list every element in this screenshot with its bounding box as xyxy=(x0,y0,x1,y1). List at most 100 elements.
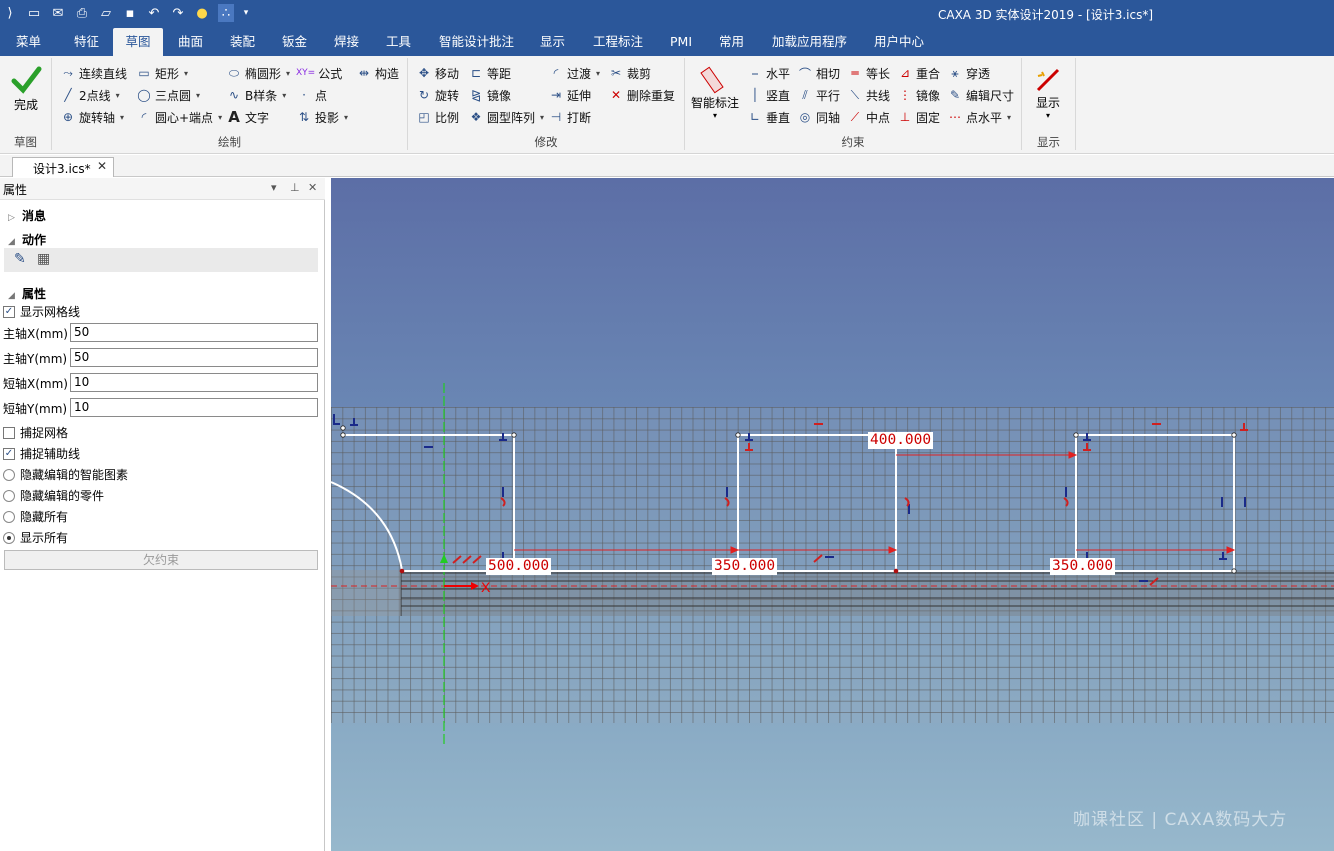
mirror-button[interactable]: ⧎ 镜像 xyxy=(468,85,511,105)
dimension-label[interactable]: 350.000 xyxy=(1050,558,1116,575)
panel-close-icon[interactable]: ✕ xyxy=(308,181,317,194)
collinear-button[interactable]: ⟍ 共线 xyxy=(847,85,890,105)
mail-icon[interactable]: ✉ xyxy=(50,4,66,22)
rotate-button[interactable]: ↻ 旋转 xyxy=(416,85,459,105)
edit-sketch-icon[interactable]: ✎ xyxy=(14,251,26,267)
trim-button[interactable]: ✂ 裁剪 xyxy=(608,63,651,83)
sketch-arc[interactable] xyxy=(331,481,403,571)
panel-menu-icon[interactable]: ▾ xyxy=(271,181,277,194)
rotation-axis-button[interactable]: ⊕ 旋转轴 ▾ xyxy=(60,107,124,127)
smart-dimension-button[interactable]: 智能标注 ▾ xyxy=(691,64,739,120)
construct-button[interactable]: ⇹ 构造 xyxy=(356,63,399,83)
tab-engineering-annotation[interactable]: 工程标注 xyxy=(587,28,649,56)
redo-icon[interactable]: ↷ xyxy=(170,4,186,22)
circular-pattern-button[interactable]: ❖ 圆型阵列 ▾ xyxy=(468,107,544,127)
radio-label: 显示所有 xyxy=(20,531,69,545)
two-point-line-button[interactable]: ╱ 2点线 ▾ xyxy=(60,85,119,105)
show-grid-checkbox[interactable]: ✓ 显示网格线 xyxy=(3,303,80,320)
close-tab-icon[interactable]: ✕ xyxy=(97,159,107,173)
radio-hide-all[interactable]: 隐藏所有 xyxy=(3,508,68,525)
tab-tools[interactable]: 工具 xyxy=(380,28,417,56)
radio-show-all[interactable]: 显示所有 xyxy=(3,529,68,546)
pin-icon[interactable]: ⊥ xyxy=(290,181,300,194)
pierce-button[interactable]: ⚹ 穿透 xyxy=(947,63,990,83)
bulb-icon[interactable]: ● xyxy=(194,4,210,22)
scale-button[interactable]: ◰ 比例 xyxy=(416,107,459,127)
major-y-input[interactable]: 50 xyxy=(70,348,318,367)
bspline-button[interactable]: ∿ B样条 ▾ xyxy=(226,85,286,105)
tab-sketch[interactable]: 草图 xyxy=(113,28,163,56)
tab-feature[interactable]: 特征 xyxy=(68,28,105,56)
open-folder-icon[interactable]: ▱ xyxy=(98,4,114,22)
remove-duplicate-button[interactable]: ✕ 删除重复 xyxy=(608,85,675,105)
tab-common[interactable]: 常用 xyxy=(713,28,750,56)
vertical-constraint-button[interactable]: │ 竖直 xyxy=(747,85,790,105)
section-message[interactable]: ▷ 消息 xyxy=(8,207,46,224)
finish-button[interactable]: 完成 xyxy=(10,64,42,113)
dimension-label[interactable]: 350.000 xyxy=(712,558,778,575)
minor-x-input[interactable]: 10 xyxy=(70,373,318,392)
tab-welding[interactable]: 焊接 xyxy=(328,28,365,56)
ellipse-button[interactable]: ⬭ 椭圆形 ▾ xyxy=(226,63,290,83)
coincident-button[interactable]: ⊿ 重合 xyxy=(897,63,940,83)
undo-icon[interactable]: ↶ xyxy=(146,4,162,22)
horizontal-constraint-button[interactable]: ⎯ 水平 xyxy=(747,63,790,83)
break-button[interactable]: ⊣ 打断 xyxy=(548,107,591,127)
tab-surface[interactable]: 曲面 xyxy=(172,28,209,56)
tab-menu[interactable]: 菜单 xyxy=(10,28,47,56)
midpoint-constraint-button[interactable]: ⟋ 中点 xyxy=(847,107,890,127)
app-logo-icon[interactable]: ⟩ xyxy=(2,4,18,22)
radio-hide-parts[interactable]: 隐藏编辑的零件 xyxy=(3,487,104,504)
display-button[interactable]: 显示 ▾ xyxy=(1032,64,1064,120)
fillet-button[interactable]: ◜ 过渡 ▾ xyxy=(548,63,600,83)
radio-hide-smart-elements[interactable]: 隐藏编辑的智能图素 xyxy=(3,466,128,483)
parallel-constraint-button[interactable]: ⫽ 平行 xyxy=(797,85,840,105)
polyline-button[interactable]: ⤳ 连续直线 xyxy=(60,63,127,83)
rectangle-button[interactable]: ▭ 矩形 ▾ xyxy=(136,63,188,83)
minor-y-input[interactable]: 10 xyxy=(70,398,318,417)
projection-button[interactable]: ⇅ 投影 ▾ xyxy=(296,107,348,127)
display-wand-icon xyxy=(1036,68,1060,92)
formula-button[interactable]: XY= 公式 xyxy=(296,63,342,83)
tab-sheetmetal[interactable]: 钣金 xyxy=(276,28,313,56)
mirror-constraint-button[interactable]: ⋮ 镜像 xyxy=(897,85,940,105)
tab-smart-annotation[interactable]: 智能设计批注 xyxy=(433,28,520,56)
sketch-profile[interactable] xyxy=(343,434,1235,572)
save-icon[interactable]: ▪ xyxy=(122,4,138,22)
section-action[interactable]: ◢ 动作 xyxy=(8,231,46,248)
equal-length-button[interactable]: ═ 等长 xyxy=(847,63,890,83)
dimension-label[interactable]: 400.000 xyxy=(868,432,934,449)
point-horizontal-button[interactable]: ⋯ 点水平 ▾ xyxy=(947,107,1011,127)
sketch-icon[interactable]: ∴ xyxy=(218,4,234,22)
snap-grid-checkbox[interactable]: 捕捉网格 xyxy=(3,424,68,441)
perpendicular-constraint-button[interactable]: ∟ 垂直 xyxy=(747,107,790,127)
tab-user-center[interactable]: 用户中心 xyxy=(868,28,930,56)
quick-access-dropdown-icon[interactable]: ▾ xyxy=(238,4,254,22)
fix-constraint-button[interactable]: ⊥ 固定 xyxy=(897,107,940,127)
tab-addins[interactable]: 加载应用程序 xyxy=(766,28,853,56)
document-tab[interactable]: 设计3.ics* ✕ xyxy=(12,157,114,177)
extend-button[interactable]: ⇥ 延伸 xyxy=(548,85,591,105)
three-point-circle-button[interactable]: ◯ 三点圆 ▾ xyxy=(136,85,200,105)
concentric-constraint-button[interactable]: ◎ 同轴 xyxy=(797,107,840,127)
tab-display[interactable]: 显示 xyxy=(534,28,571,56)
text-button[interactable]: A 文字 xyxy=(226,107,269,127)
major-x-input[interactable]: 50 xyxy=(70,323,318,342)
tab-pmi[interactable]: PMI xyxy=(664,28,698,56)
construct-label: 构造 xyxy=(375,66,400,81)
new-file-icon[interactable]: ▭ xyxy=(26,4,42,22)
print-icon[interactable]: ⎙ xyxy=(74,4,90,22)
tangent-constraint-button[interactable]: ⌒ 相切 xyxy=(797,63,840,83)
dimension-label[interactable]: 500.000 xyxy=(486,558,552,575)
tab-assembly[interactable]: 装配 xyxy=(224,28,261,56)
edit-dimension-button[interactable]: ✎ 编辑尺寸 xyxy=(947,85,1014,105)
under-constraint-button[interactable]: 欠约束 xyxy=(4,550,318,570)
arc-center-end-button[interactable]: ◜ 圆心+端点 ▾ xyxy=(136,107,222,127)
snap-aux-checkbox[interactable]: ✓ 捕捉辅助线 xyxy=(3,445,80,462)
point-button[interactable]: · 点 xyxy=(296,85,327,105)
design-viewport[interactable]: X 500.000 350.000 400.000 350.000 咖课社区 |… xyxy=(331,178,1334,851)
section-properties[interactable]: ◢ 属性 xyxy=(8,285,46,302)
sketch-settings-icon[interactable]: ▦ xyxy=(37,251,50,267)
offset-button[interactable]: ⊏ 等距 xyxy=(468,63,511,83)
move-button[interactable]: ✥ 移动 xyxy=(416,63,459,83)
